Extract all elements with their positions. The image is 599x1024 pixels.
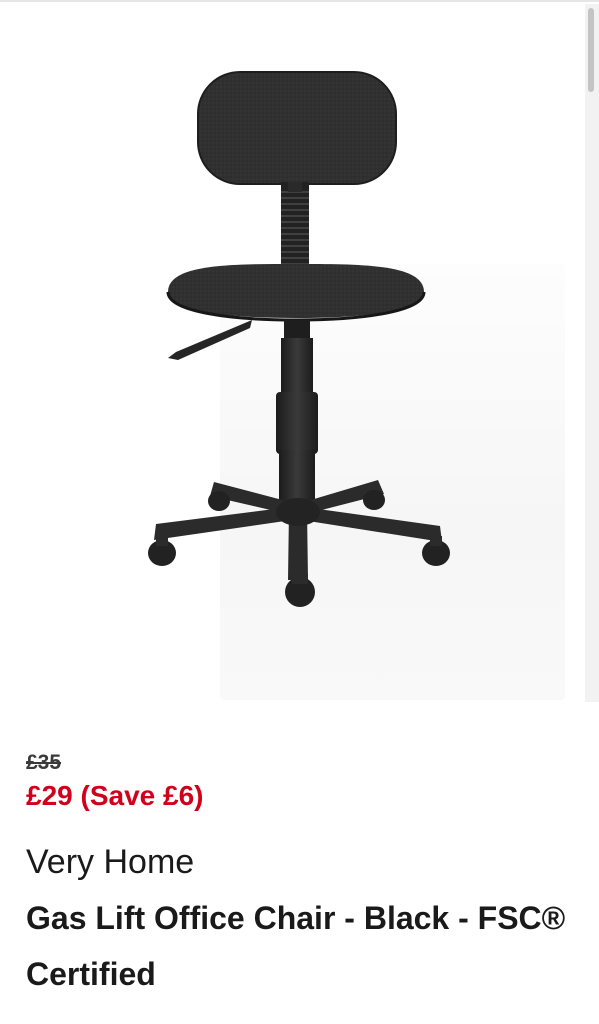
product-title: Gas Lift Office Chair - Black - FSC® Cer… [26, 900, 566, 992]
chair-gas-lift [276, 320, 318, 510]
page-scrollbar[interactable] [585, 4, 599, 702]
product-image[interactable] [0, 2, 599, 702]
product-image-gallery[interactable] [0, 2, 599, 702]
chair-seat [166, 264, 426, 322]
scrollbar-thumb[interactable] [588, 8, 594, 92]
brand-name[interactable]: Very Home [26, 840, 586, 884]
was-price: £35 [26, 751, 62, 774]
chair-back-spring [281, 182, 309, 272]
product-info: £35 £29 (Save £6) Very Home Gas Lift Off… [26, 748, 586, 1002]
chair-backrest [197, 71, 397, 185]
chair-gas-lever [168, 320, 252, 360]
now-price: £29 (Save £6) [26, 780, 204, 811]
